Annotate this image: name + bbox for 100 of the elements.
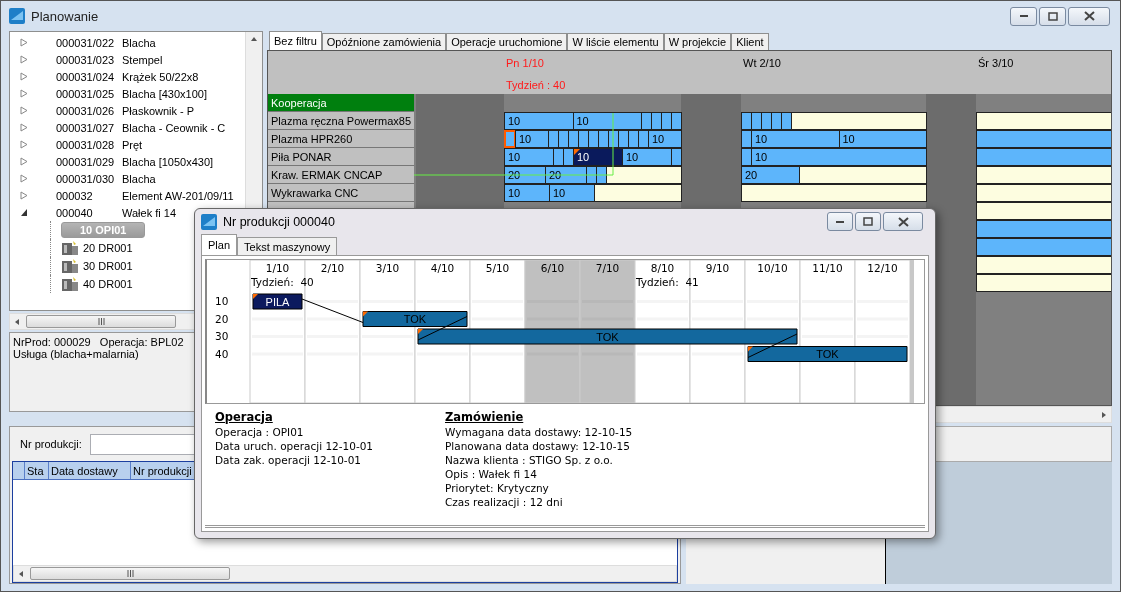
free-slot[interactable] [605,166,682,184]
tree-item[interactable]: 000031/024 Krążek 50/22x8 [20,68,199,85]
task-block[interactable]: 10 [504,112,574,130]
bar-label: PILA [265,295,290,308]
task-block[interactable] [661,112,672,130]
scroll-left-icon[interactable] [18,570,24,577]
task-block[interactable] [751,112,762,130]
task-block[interactable]: 10 [751,130,840,148]
task-block[interactable]: 10 [515,130,549,148]
task-block[interactable] [641,112,652,130]
info-text: Operacja : OPI01 [215,426,304,438]
tree-item[interactable]: 000031/029 Blacha [1050x430] [20,153,214,170]
free-slot[interactable] [799,166,927,184]
tree-item[interactable]: 000040 Wałek fi 14 [20,204,176,221]
task-block[interactable]: 10 [648,130,682,148]
free-slot[interactable] [741,184,927,202]
scroll-left-icon[interactable] [14,318,20,325]
operation-number: 10 [215,295,229,307]
free-slot[interactable] [976,256,1111,274]
task-block[interactable] [671,112,682,130]
tree-item[interactable]: 000031/022 Blacha [20,34,156,51]
operation-number: 20 [215,312,229,325]
free-slot[interactable] [791,112,927,130]
task-block[interactable] [976,238,1111,256]
task-block[interactable] [741,112,752,130]
task-block[interactable]: 10 [572,112,642,130]
day-label: 8/10 [650,262,675,274]
dialog-tab[interactable]: Plan [201,234,238,255]
task-block[interactable] [563,148,574,166]
task-block[interactable] [976,130,1111,148]
task-block[interactable] [771,112,782,130]
bar-segment[interactable] [252,293,303,310]
task-block[interactable] [568,130,579,148]
filter-tab[interactable]: Klient [731,33,769,50]
scroll-grip-icon [126,570,134,577]
tree-item[interactable]: 000031/027 Blacha - Ceownik - C [20,119,226,136]
free-slot[interactable] [976,184,1111,202]
task-block[interactable] [618,130,629,148]
maximize-button[interactable] [1039,6,1066,26]
task-block[interactable] [504,130,516,148]
task-block[interactable]: 10 [622,148,672,166]
horizontal-scrollbar[interactable] [13,565,677,582]
scroll-grip-icon [97,318,105,325]
task-block[interactable] [671,148,682,166]
task-block[interactable] [651,112,662,130]
task-block[interactable] [598,130,609,148]
column-header[interactable]: Sta [25,462,49,479]
scroll-right-icon[interactable] [1101,411,1107,418]
task-block[interactable]: 10 [504,148,554,166]
task-block[interactable]: 10 [504,184,550,202]
minimize-button[interactable] [827,212,853,231]
bar-label: TOK [596,330,619,343]
task-block[interactable] [588,130,599,148]
task-block[interactable] [548,130,559,148]
task-block[interactable] [976,148,1111,166]
column-header[interactable]: Data dostawy [49,462,131,479]
tree-item[interactable]: 000031/023 Stempel [20,51,163,68]
close-button[interactable] [1068,6,1110,26]
task-block[interactable]: 10 [838,130,927,148]
tree-item[interactable]: 000031/025 Blacha [430x100] [20,85,207,102]
task-block[interactable]: 10 [548,184,595,202]
task-block[interactable] [781,112,792,130]
tree-item[interactable]: 000031/026 Płaskownik - P [20,102,195,119]
filter-tab[interactable]: Opóźnione zamówienia [321,33,447,50]
task-block[interactable] [976,220,1111,238]
task-block[interactable] [741,148,752,166]
field-label: Nr produkcji: [20,438,82,450]
task-block[interactable] [761,112,772,130]
close-button[interactable] [883,212,923,231]
task-block[interactable] [578,130,589,148]
task-block[interactable] [741,130,752,148]
task-block[interactable]: 20 [741,166,801,184]
dialog-tab[interactable]: Tekst maszynowy [237,237,338,255]
free-slot[interactable] [593,184,682,202]
task-block[interactable] [638,130,649,148]
filter-tab[interactable]: W projekcie [663,33,732,50]
expander-icon[interactable] [20,208,28,217]
task-block[interactable] [558,130,569,148]
maximize-button[interactable] [855,212,881,231]
task-block[interactable] [553,148,564,166]
details-text: Usługa (blacha+malarnia) [13,348,139,360]
scroll-up-icon[interactable] [251,36,257,42]
tree-item[interactable]: 000031/030 Blacha [20,170,156,187]
tree-child-item[interactable]: 30 DR001 [83,260,133,272]
tree-item[interactable]: 000031/028 Pręt [20,136,143,153]
free-slot[interactable] [976,112,1111,130]
filter-tab[interactable]: Bez filtru [269,31,322,50]
task-block[interactable] [628,130,639,148]
tree-item[interactable]: 000032 Element AW-201/09/11 [20,187,234,204]
task-block[interactable]: 10 [573,148,623,166]
filter-tab[interactable]: W liście elementu [567,33,664,50]
tree-child-item[interactable]: 40 DR001 [83,278,133,290]
machine-icon [61,276,79,292]
filter-tab[interactable]: Operacje uruchomione [446,33,568,50]
tree-child-item[interactable]: 20 DR001 [83,242,133,254]
free-slot[interactable] [976,202,1111,220]
free-slot[interactable] [976,166,1111,184]
task-block[interactable]: 10 [751,148,927,166]
minimize-button[interactable] [1010,6,1037,26]
free-slot[interactable] [976,274,1111,292]
